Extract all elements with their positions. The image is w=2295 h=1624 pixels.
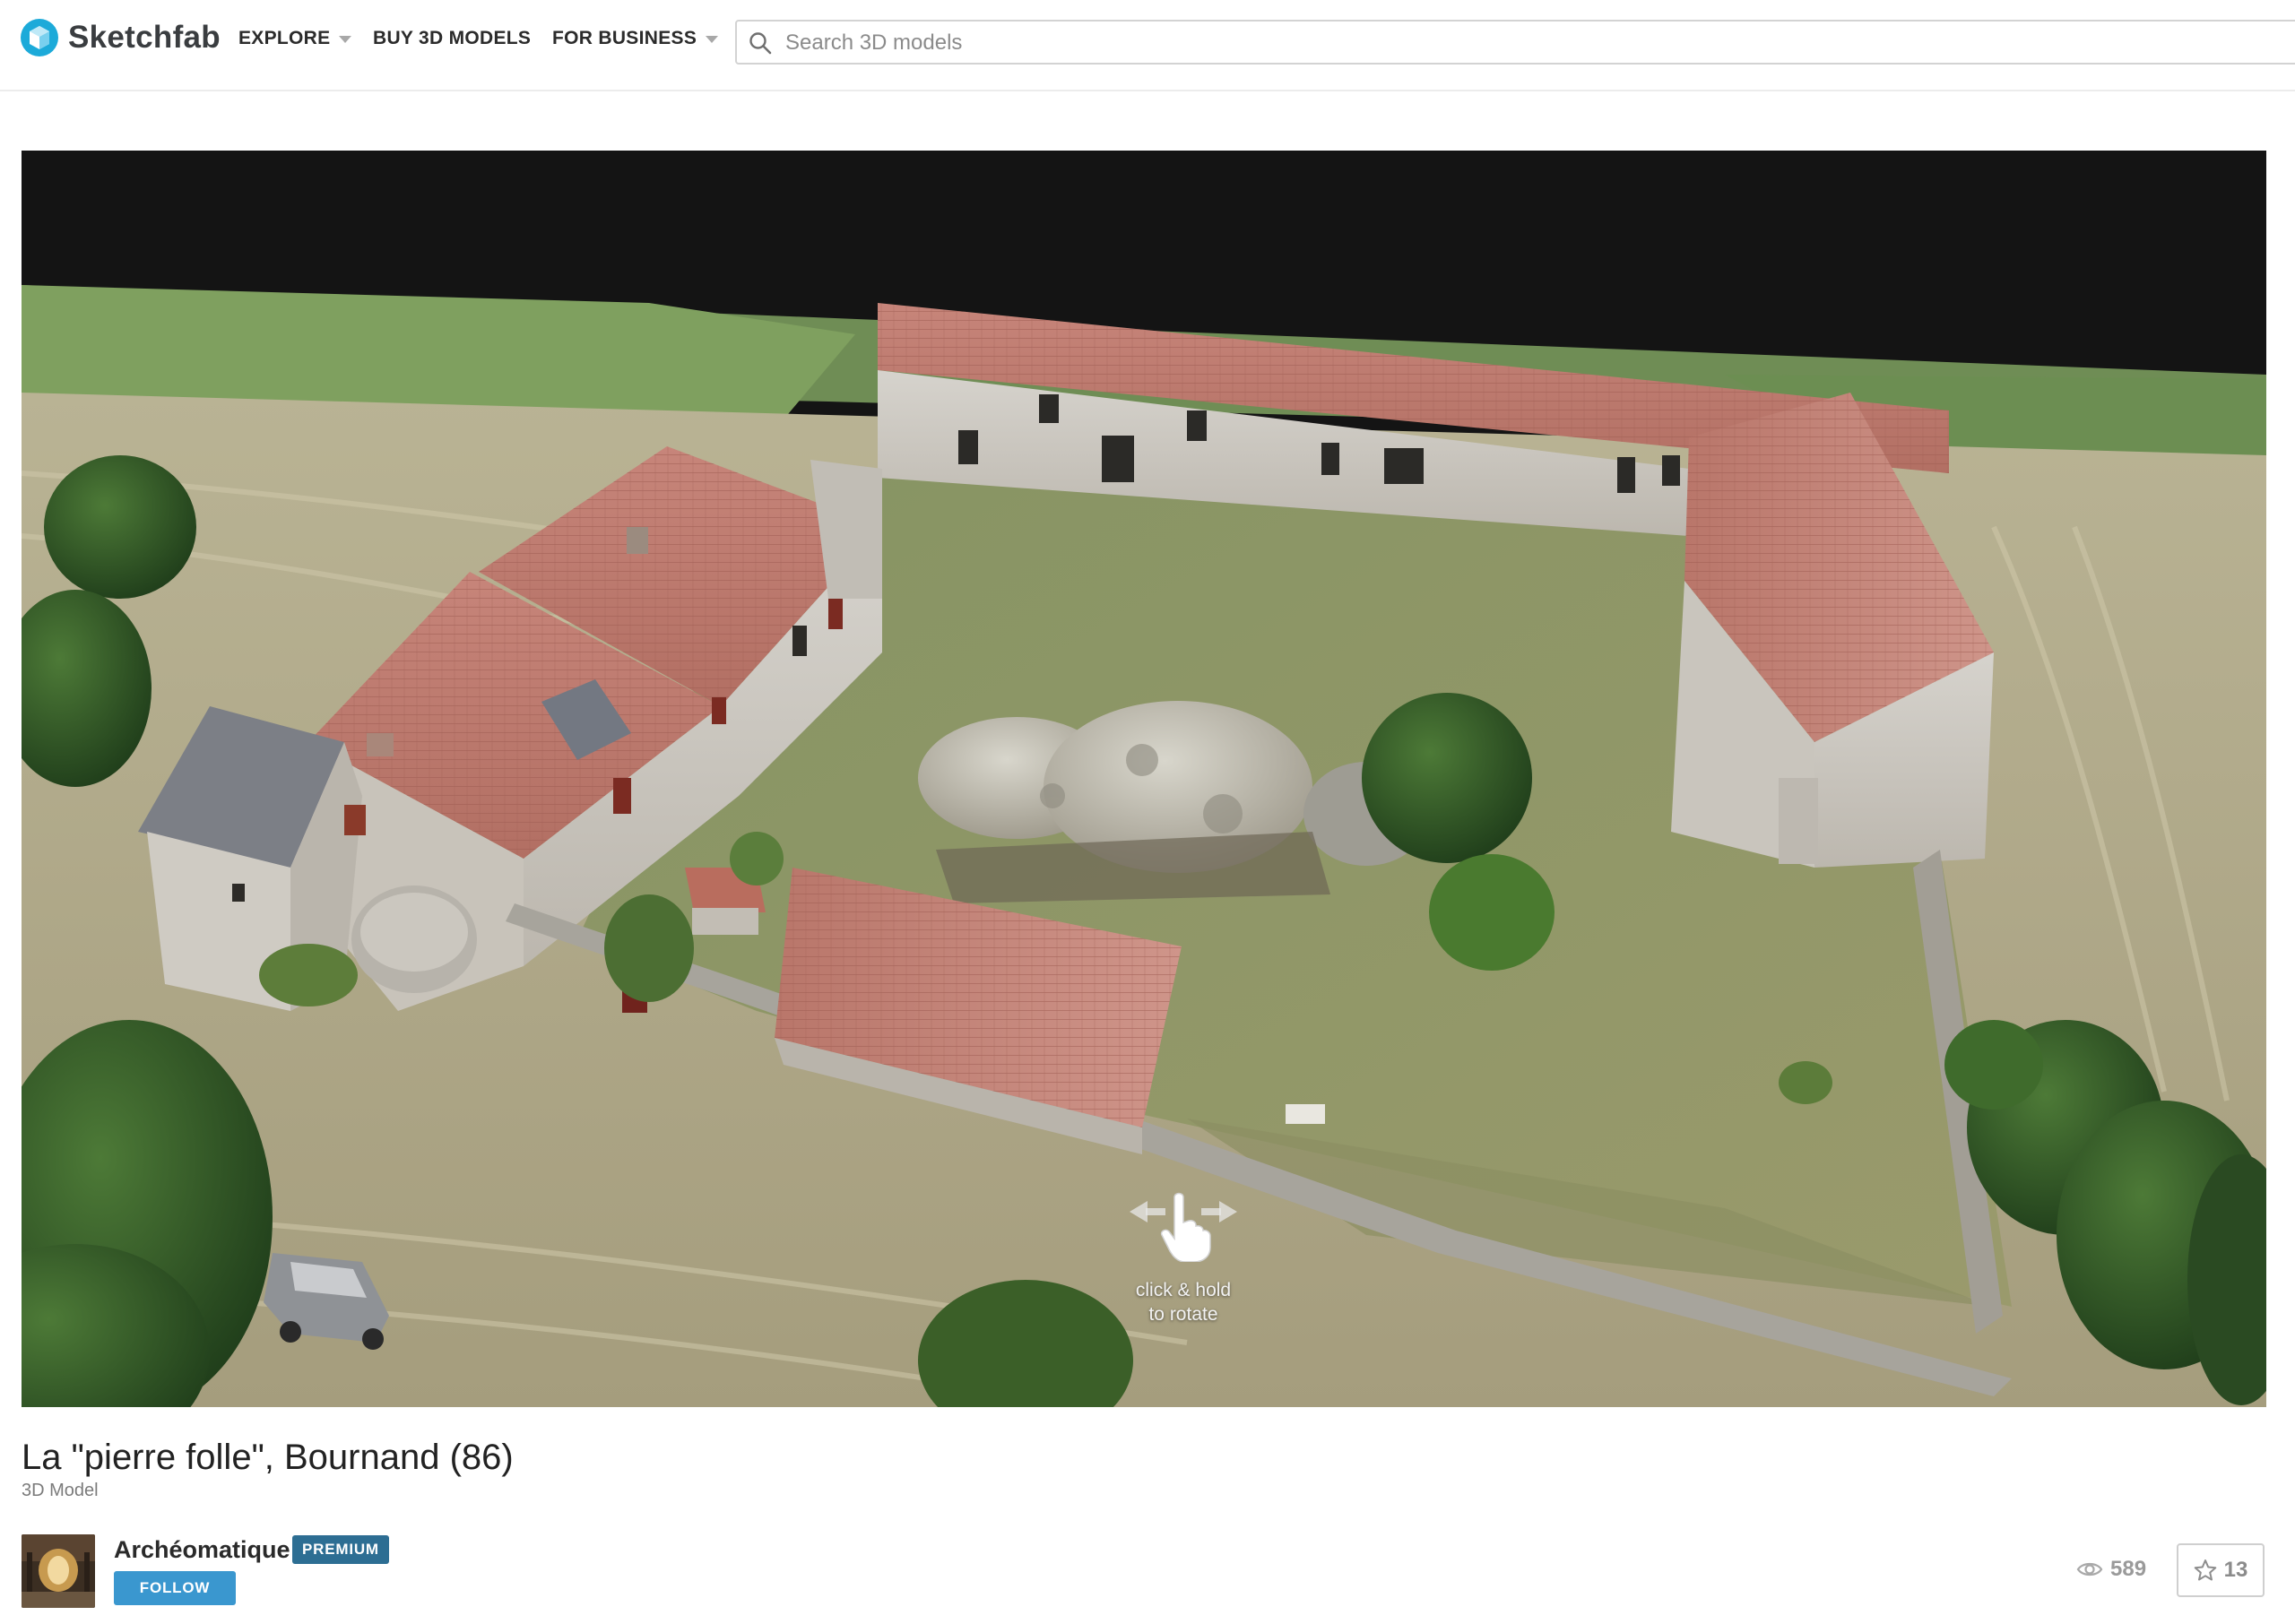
author-name[interactable]: Archéomatique	[114, 1536, 290, 1564]
avatar-image	[22, 1534, 95, 1608]
sketchfab-logo[interactable]: Sketchfab	[20, 18, 221, 57]
search-bar[interactable]	[735, 20, 2295, 65]
view-count: 589	[2076, 1557, 2146, 1582]
chevron-down-icon	[339, 36, 352, 43]
nav-for-business[interactable]: FOR BUSINESS	[552, 28, 719, 49]
hand-drag-icon	[1130, 1192, 1237, 1262]
nav-buy-3d-models[interactable]: BUY 3D MODELS	[373, 28, 531, 49]
model-title: La "pierre folle", Bournand (86)	[22, 1438, 514, 1477]
nav-buy-label: BUY 3D MODELS	[373, 28, 532, 48]
nav-explore-label: EXPLORE	[238, 28, 331, 48]
search-input[interactable]	[784, 27, 2221, 59]
top-navigation-bar: Sketchfab EXPLORE BUY 3D MODELS FOR BUSI…	[0, 0, 2295, 91]
nav-explore[interactable]: EXPLORE	[238, 28, 352, 49]
rotate-hint: click & hold to rotate	[1085, 1190, 1282, 1326]
chevron-down-icon	[706, 36, 719, 43]
nav-business-label: FOR BUSINESS	[552, 28, 697, 48]
like-count: 13	[2223, 1558, 2248, 1582]
sketchfab-logo-icon	[21, 19, 58, 56]
like-button[interactable]: 13	[2177, 1543, 2265, 1597]
rotate-hint-line2: to rotate	[1148, 1304, 1218, 1325]
premium-badge: PREMIUM	[292, 1535, 389, 1564]
view-count-value: 589	[2110, 1557, 2147, 1581]
follow-button[interactable]: FOLLOW	[114, 1571, 236, 1605]
eye-icon	[2076, 1562, 2103, 1576]
star-icon	[2194, 1559, 2216, 1581]
rotate-hint-line1: click & hold	[1135, 1280, 1232, 1300]
search-icon	[749, 32, 772, 55]
model-type-label: 3D Model	[22, 1481, 99, 1500]
3d-model-viewer[interactable]: click & hold to rotate	[22, 151, 2266, 1407]
avatar[interactable]	[22, 1534, 95, 1608]
brand-name: Sketchfab	[68, 20, 221, 55]
